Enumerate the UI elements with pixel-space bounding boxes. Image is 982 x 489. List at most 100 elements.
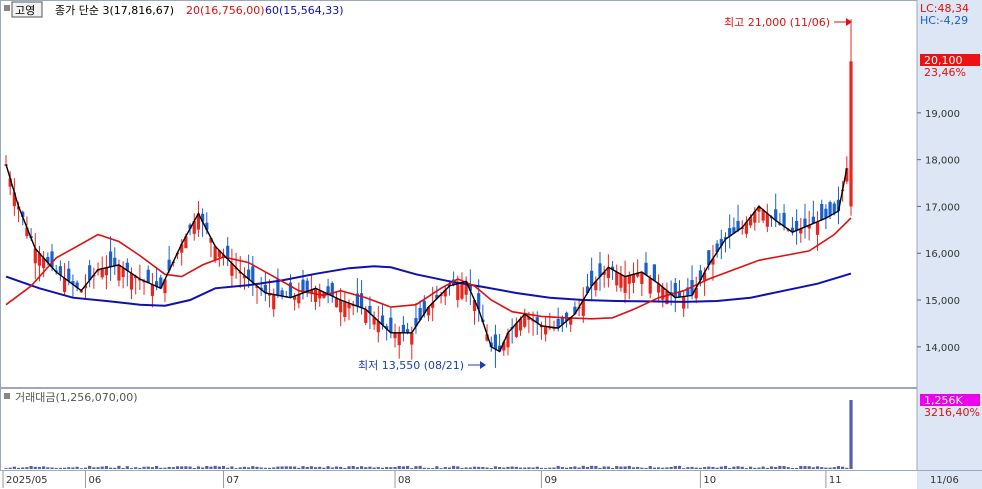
price-tick-label: 14,000	[925, 343, 960, 354]
volume-bar	[322, 467, 326, 469]
ma3-line	[5, 164, 848, 353]
date-axis-ticks: 2025/05 06 07 08 09 10 11	[2, 471, 842, 488]
candle-body	[815, 221, 820, 235]
volume-bar	[807, 466, 811, 469]
volume-bar	[640, 467, 644, 469]
volume-bar	[213, 465, 217, 469]
legend-ma20[interactable]: 20(16,756,00)	[186, 4, 265, 17]
candle-body	[631, 274, 636, 283]
volume-legend-marker[interactable]	[4, 393, 10, 399]
volume-bar	[456, 466, 460, 469]
candle-body	[313, 288, 318, 302]
volume-bar	[71, 467, 75, 469]
volume-bar	[221, 465, 226, 469]
volume-bar	[636, 466, 640, 469]
volume-bar	[418, 465, 422, 469]
price-tick-label: 17,000	[925, 202, 960, 213]
candle-body	[648, 277, 652, 294]
candle-body	[820, 204, 824, 220]
candle-body	[62, 278, 67, 292]
legend-badge[interactable]: 고영	[15, 4, 35, 17]
candle-body	[673, 282, 677, 298]
legend-marker[interactable]	[4, 5, 10, 11]
volume-bar	[108, 467, 113, 469]
volume-bar	[665, 467, 669, 469]
volume-bar	[769, 466, 774, 469]
volume-bar	[159, 467, 163, 469]
volume-bar	[539, 467, 544, 469]
volume-bar	[355, 467, 359, 469]
candle-body	[615, 271, 619, 286]
volume-bar	[577, 467, 581, 469]
volume-bar	[163, 467, 167, 469]
volume-bar	[75, 466, 79, 469]
volume-bar	[790, 468, 795, 469]
volume-bar	[510, 466, 514, 469]
volume-bar	[347, 466, 351, 469]
volume-bar	[134, 467, 138, 469]
date-tick-label: 08	[398, 475, 411, 486]
candle-body	[150, 284, 155, 296]
volume-bar	[627, 465, 631, 469]
volume-bar	[820, 467, 824, 469]
volume-bars	[4, 400, 853, 469]
candle-body	[129, 273, 134, 290]
date-tick-label: 09	[544, 475, 557, 486]
volume-bar	[431, 468, 435, 469]
volume-bar	[669, 466, 673, 469]
date-tick-label: 06	[88, 475, 101, 486]
volume-bar	[585, 467, 590, 469]
date-tick-label: 10	[703, 475, 716, 486]
volume-bar	[711, 466, 715, 469]
volume-bar	[376, 467, 380, 469]
volume-bar	[740, 466, 744, 469]
volume-bar	[255, 466, 259, 469]
volume-bar	[610, 468, 615, 469]
candle-body	[113, 257, 117, 266]
date-tick-label: 07	[227, 475, 240, 486]
volume-bar	[293, 466, 297, 469]
volume-bar	[46, 467, 50, 469]
volume-bar	[498, 466, 502, 469]
volume-bar	[422, 467, 426, 469]
volume-legend[interactable]: 거래대금(1,256,070,00)	[15, 391, 138, 404]
volume-bar	[426, 467, 431, 469]
volume-bar	[217, 466, 221, 469]
candle-body	[795, 220, 799, 231]
volume-bar	[259, 467, 263, 469]
volume-bar	[380, 467, 385, 469]
volume-bar	[686, 467, 690, 469]
volume-bar	[661, 467, 665, 469]
volume-bar	[749, 466, 753, 469]
date-tick-label: 2025/05	[6, 475, 48, 486]
volume-bar	[845, 467, 849, 469]
volume-bar	[180, 466, 184, 469]
volume-bar	[765, 467, 769, 469]
volume-bar	[8, 467, 12, 469]
volume-bar	[263, 467, 267, 469]
volume-bar	[272, 467, 276, 469]
candle-body	[803, 218, 807, 227]
volume-bar	[313, 467, 318, 469]
volume-bar	[535, 466, 539, 469]
volume-bar	[782, 466, 786, 469]
candlestick-series	[4, 19, 853, 368]
volume-bar	[301, 466, 305, 469]
volume-bar	[778, 465, 782, 469]
volume-bar	[79, 468, 83, 469]
volume-bar	[405, 465, 410, 469]
legend-ma60[interactable]: 60(15,564,33)	[265, 4, 344, 17]
volume-bar	[435, 466, 439, 469]
volume-bar	[644, 467, 648, 469]
legend-close-ma3[interactable]: 종가 단순 3(17,816,67)	[55, 4, 174, 17]
volume-bar	[451, 465, 456, 469]
volume-bar	[389, 467, 393, 469]
volume-bar	[401, 466, 406, 469]
volume-bar	[694, 467, 698, 469]
volume-bar	[42, 466, 46, 469]
volume-bar	[719, 466, 723, 469]
volume-panel-border	[0, 388, 918, 471]
candle-body	[782, 212, 786, 227]
price-panel-border	[0, 0, 918, 388]
volume-bar	[205, 465, 209, 469]
